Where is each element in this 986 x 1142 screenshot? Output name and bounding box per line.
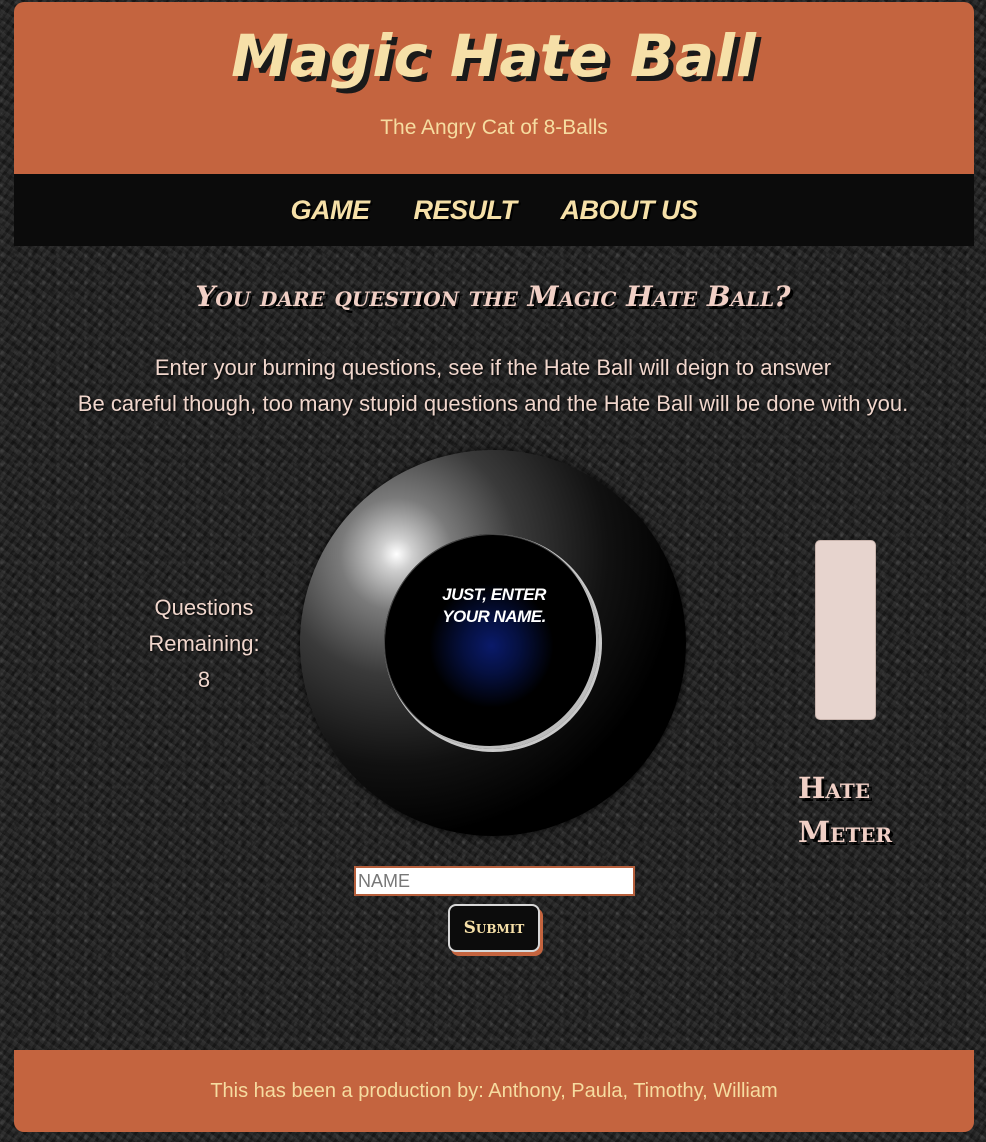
nav-link-result[interactable]: RESULT — [414, 195, 518, 226]
ball-message-line-2: your name. — [442, 607, 546, 626]
hate-meter-bar — [815, 540, 876, 720]
main-nav: GAME RESULT ABOUT US — [14, 174, 974, 246]
site-title: Magic Hate Ball — [231, 22, 757, 90]
ball-message-line-1: Just, enter — [442, 585, 546, 604]
ball-answer-window: Just, enter your name. — [384, 534, 602, 752]
hate-meter-label: Hate Meter — [798, 766, 918, 854]
questions-remaining-count: 8 — [197, 667, 211, 692]
hate-meter-label-line-2: Meter — [798, 815, 893, 849]
hate-meter-label-line-1: Hate — [798, 771, 870, 805]
nav-link-game[interactable]: GAME — [291, 195, 371, 226]
site-header: Magic Hate Ball The Angry Cat of 8-Balls — [14, 2, 974, 174]
submit-button[interactable]: Submit — [448, 904, 540, 952]
magic-8-ball: Just, enter your name. — [300, 450, 686, 836]
ball-message: Just, enter your name. — [424, 584, 564, 628]
name-input[interactable] — [354, 866, 635, 896]
question-heading: You dare question the Magic Hate Ball? — [195, 280, 791, 313]
site-footer: This has been a production by: Anthony, … — [14, 1050, 974, 1132]
intro-line-1: Enter your burning questions, see if the… — [154, 355, 832, 380]
questions-remaining: Questions Remaining: 8 — [134, 590, 274, 698]
intro-text: Enter your burning questions, see if the… — [0, 350, 986, 422]
site-subtitle: The Angry Cat of 8-Balls — [380, 116, 608, 139]
questions-remaining-label-2: Remaining: — [148, 631, 260, 656]
footer-credits: This has been a production by: Anthony, … — [210, 1079, 778, 1102]
questions-remaining-label-1: Questions — [154, 595, 254, 620]
nav-link-about-us[interactable]: ABOUT US — [561, 195, 699, 226]
intro-line-2: Be careful though, too many stupid quest… — [77, 391, 909, 416]
